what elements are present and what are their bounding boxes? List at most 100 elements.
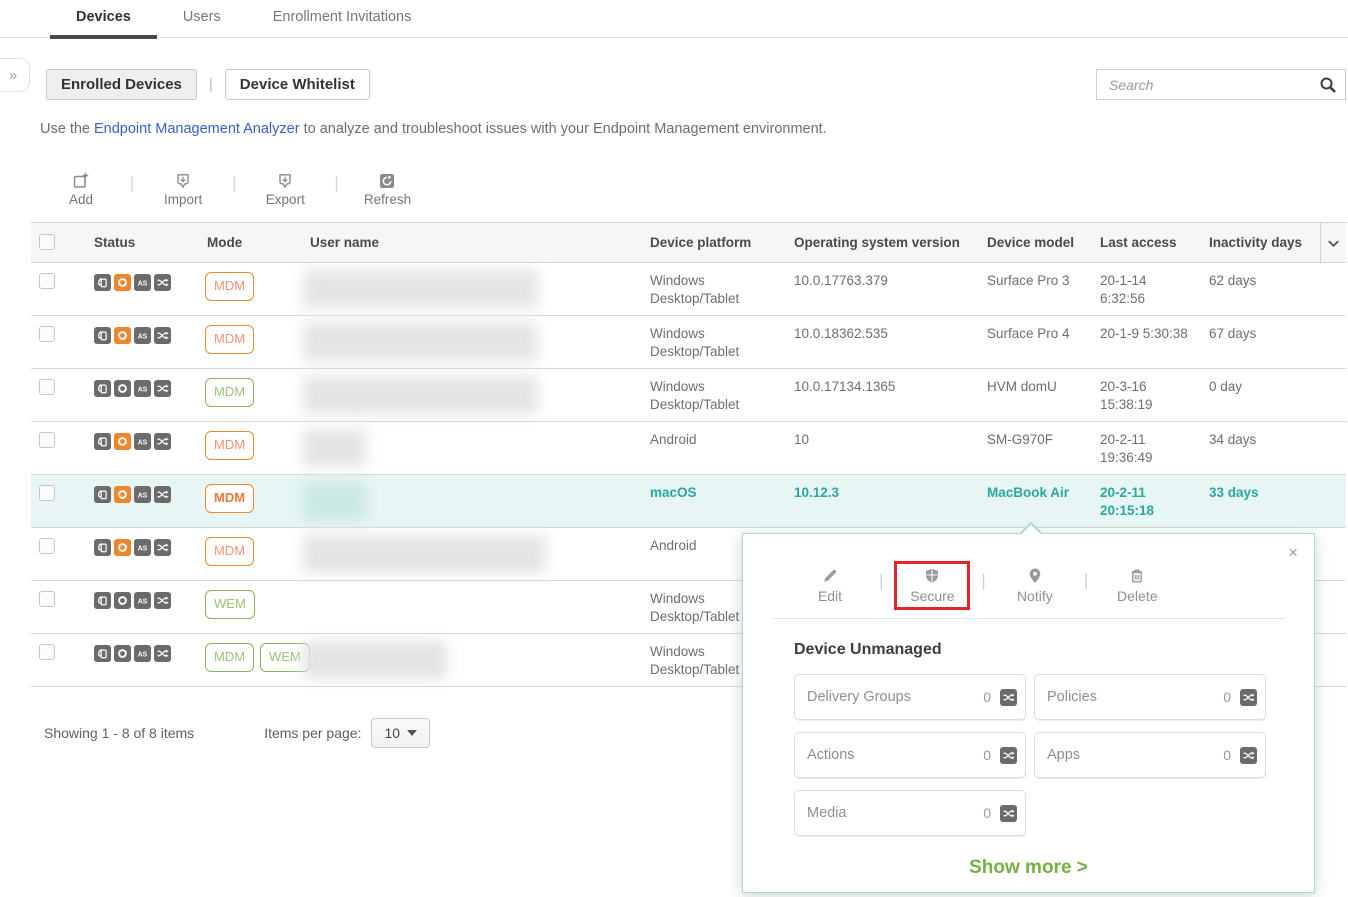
chevron-down-icon	[1326, 236, 1341, 251]
table-row[interactable]: AS MDM Windows Desktop/Tablet 10.0.17134…	[31, 369, 1346, 422]
items-per-page-value: 10	[384, 725, 400, 741]
notify-button[interactable]: Notify	[1003, 567, 1067, 604]
cell-os-version: 10.0.17134.1365	[784, 369, 977, 422]
col-header-last-access[interactable]: Last access	[1090, 223, 1199, 263]
mode-badges: MDM	[205, 484, 254, 513]
stat-card[interactable]: Apps 0	[1034, 732, 1266, 778]
row-checkbox[interactable]	[39, 644, 55, 660]
col-header-user-name[interactable]: User name	[300, 223, 640, 263]
tab-users[interactable]: Users	[157, 0, 247, 38]
table-row[interactable]: AS MDM Windows Desktop/Tablet 10.0.17763…	[31, 263, 1346, 316]
delete-button[interactable]: Delete	[1105, 567, 1169, 604]
status-icons: AS	[94, 380, 171, 397]
column-options-button[interactable]	[1320, 223, 1346, 263]
export-button[interactable]: Export	[244, 172, 326, 207]
double-chevron-right-icon: »	[9, 67, 15, 84]
table-row[interactable]: AS MDM macOS 10.12.3 MacBook Air 20-2-11…	[31, 475, 1346, 528]
close-icon[interactable]: ×	[1288, 544, 1298, 561]
table-row[interactable]: AS MDM Windows Desktop/Tablet 10.0.18362…	[31, 316, 1346, 369]
add-button[interactable]: Add	[40, 172, 122, 207]
shuffle-icon[interactable]	[1000, 747, 1017, 764]
cell-device-platform: Android	[640, 422, 784, 475]
row-checkbox[interactable]	[39, 591, 55, 607]
row-checkbox[interactable]	[39, 538, 55, 554]
mode-badge: MDM	[205, 484, 254, 513]
shuffle-icon	[154, 539, 171, 556]
col-header-mode[interactable]: Mode	[190, 223, 300, 263]
cell-device-model: SM-G970F	[977, 422, 1090, 475]
cell-os-version: 10.0.18362.535	[784, 316, 977, 369]
status-icons: AS	[94, 327, 171, 344]
device-actions-popup: × Edit | Secure | Notify | Delete Device…	[742, 533, 1315, 893]
device-sync-icon	[94, 380, 111, 397]
col-header-status[interactable]: Status	[84, 223, 190, 263]
secure-button[interactable]: Secure	[900, 567, 964, 604]
import-button[interactable]: Import	[142, 172, 224, 207]
device-subnav: Enrolled Devices | Device Whitelist	[46, 69, 370, 100]
stat-card[interactable]: Delivery Groups 0	[794, 674, 1026, 720]
mode-badges: MDM	[205, 537, 254, 566]
shuffle-icon[interactable]	[1240, 747, 1257, 764]
stat-value: 0	[983, 805, 991, 821]
stat-card[interactable]: Media 0	[794, 790, 1026, 836]
stat-card[interactable]: Actions 0	[794, 732, 1026, 778]
refresh-button[interactable]: Refresh	[346, 172, 428, 207]
col-header-inactivity-days[interactable]: Inactivity days	[1199, 223, 1320, 263]
activesync-icon: AS	[134, 539, 151, 556]
status-icons: AS	[94, 539, 171, 556]
status-icons: AS	[94, 645, 171, 662]
cell-device-model: Surface Pro 4	[977, 316, 1090, 369]
shuffle-icon[interactable]	[1240, 689, 1257, 706]
device-whitelist-button[interactable]: Device Whitelist	[225, 69, 370, 100]
sidebar-expand-handle[interactable]: »	[0, 58, 30, 92]
cell-last-access: 20-2-11 20:15:18	[1090, 475, 1199, 528]
row-checkbox[interactable]	[39, 485, 55, 501]
shuffle-icon	[154, 486, 171, 503]
popup-action-bar: Edit | Secure | Notify | Delete	[798, 567, 1314, 604]
activesync-icon: AS	[134, 433, 151, 450]
cell-inactivity-days: 67 days	[1199, 316, 1320, 369]
row-checkbox[interactable]	[39, 326, 55, 342]
showing-count-text: Showing 1 - 8 of 8 items	[44, 725, 194, 741]
secure-label: Secure	[910, 588, 954, 604]
select-all-checkbox[interactable]	[39, 234, 55, 250]
sync-circle-icon	[114, 645, 131, 662]
activesync-icon: AS	[134, 592, 151, 609]
status-icons: AS	[94, 274, 171, 291]
activesync-icon: AS	[134, 327, 151, 344]
row-checkbox[interactable]	[39, 432, 55, 448]
stat-label: Apps	[1047, 747, 1223, 763]
device-sync-icon	[94, 539, 111, 556]
mode-badge: MDM	[205, 272, 254, 301]
edit-button[interactable]: Edit	[798, 567, 862, 604]
search-icon[interactable]	[1319, 76, 1337, 94]
col-header-device-platform[interactable]: Device platform	[640, 223, 784, 263]
shuffle-icon[interactable]	[1000, 805, 1017, 822]
shuffle-icon[interactable]	[1000, 689, 1017, 706]
user-name-redacted	[303, 323, 538, 361]
stat-card[interactable]: Policies 0	[1034, 674, 1266, 720]
endpoint-analyzer-link[interactable]: Endpoint Management Analyzer	[94, 121, 300, 137]
table-row[interactable]: AS MDM Android 10 SM-G970F 20-2-11 19:36…	[31, 422, 1346, 475]
col-header-device-model[interactable]: Device model	[977, 223, 1090, 263]
cell-last-access: 20-2-11 19:36:49	[1090, 422, 1199, 475]
row-checkbox[interactable]	[39, 379, 55, 395]
tab-devices[interactable]: Devices	[50, 0, 157, 38]
subnav-separator: |	[209, 76, 213, 93]
show-more-link[interactable]: Show more >	[743, 857, 1314, 879]
col-header-os-version[interactable]: Operating system version	[784, 223, 977, 263]
tab-enrollment-invitations[interactable]: Enrollment Invitations	[247, 0, 438, 38]
notify-label: Notify	[1017, 588, 1053, 604]
enrolled-devices-button[interactable]: Enrolled Devices	[46, 69, 197, 100]
cell-inactivity-days: 0 day	[1199, 369, 1320, 422]
status-icons: AS	[94, 433, 171, 450]
items-per-page-dropdown[interactable]: 10	[371, 718, 430, 748]
cell-device-platform: Windows Desktop/Tablet	[640, 369, 784, 422]
search-input[interactable]	[1109, 77, 1319, 93]
row-checkbox[interactable]	[39, 273, 55, 289]
svg-text:AS: AS	[138, 545, 148, 552]
stat-value: 0	[1223, 747, 1231, 763]
sync-circle-icon	[114, 274, 131, 291]
shuffle-icon	[154, 645, 171, 662]
svg-text:AS: AS	[138, 439, 148, 446]
